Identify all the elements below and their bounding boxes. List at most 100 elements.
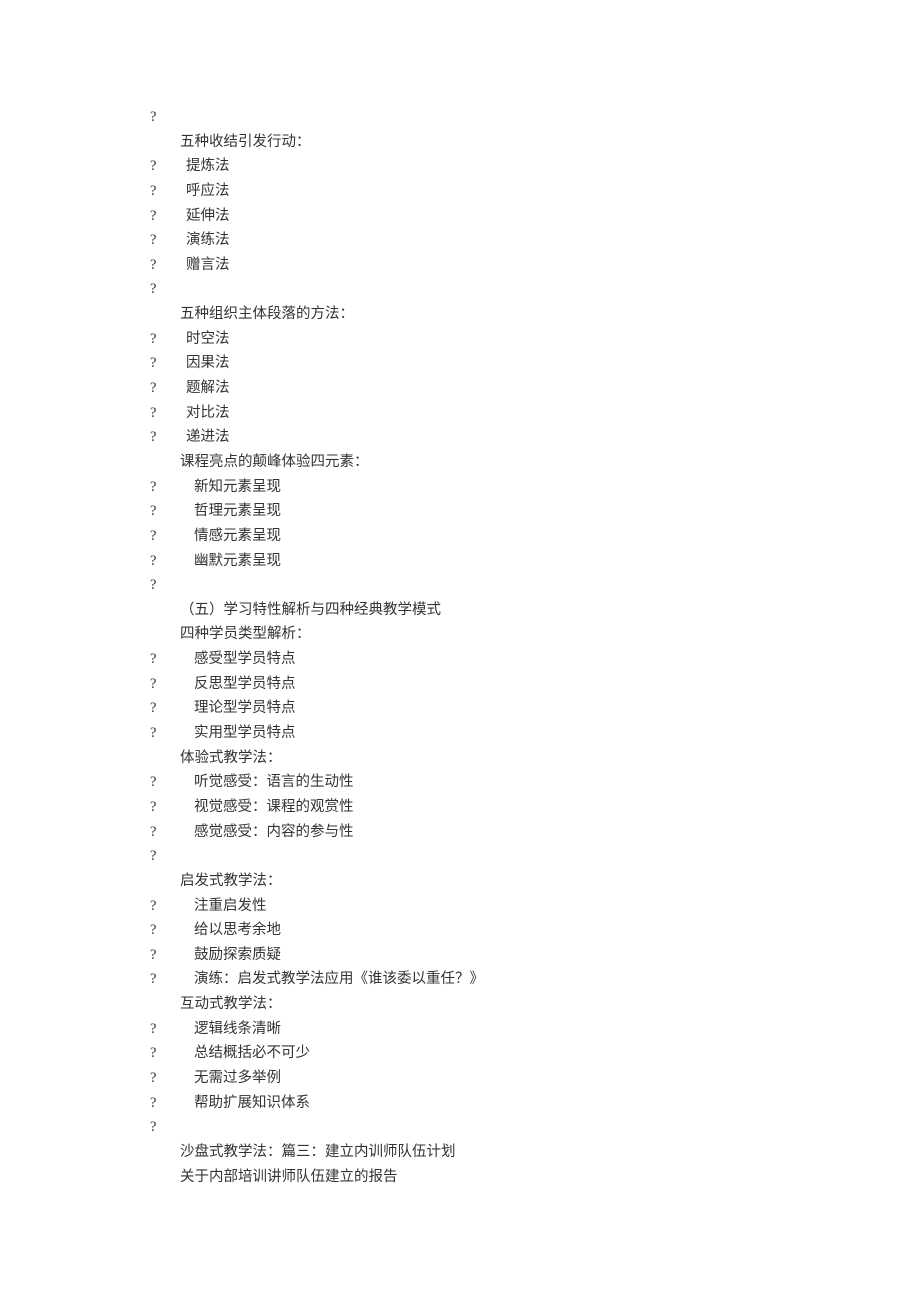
bullet-mark: ? — [150, 499, 194, 524]
bullet-mark: ? — [150, 1041, 194, 1066]
body-text: 四种学员类型解析： — [180, 626, 311, 642]
text-line: ?提炼法 — [150, 154, 920, 179]
bullet-mark: ? — [150, 425, 186, 450]
text-line: ?时空法 — [150, 327, 920, 352]
bullet-mark: ? — [150, 770, 194, 795]
bullet-mark: ? — [150, 820, 194, 845]
list-item-text: 听觉感受：语言的生动性 — [194, 774, 354, 790]
bullet-mark: ? — [150, 848, 156, 864]
bullet-mark: ? — [150, 1017, 194, 1042]
text-line: ?情感元素呈现 — [150, 524, 920, 549]
list-item-text: 对比法 — [186, 405, 230, 421]
bullet-mark: ? — [150, 204, 186, 229]
text-line: ?注重启发性 — [150, 894, 920, 919]
bullet-mark: ? — [150, 918, 194, 943]
list-item-text: 实用型学员特点 — [194, 725, 296, 741]
text-line: ?总结概括必不可少 — [150, 1041, 920, 1066]
text-line: 启发式教学法： — [150, 869, 920, 894]
bullet-mark: ? — [150, 721, 194, 746]
body-text: 五种收结引发行动： — [180, 134, 311, 150]
bullet-mark: ? — [150, 376, 186, 401]
list-item-text: 演练法 — [186, 232, 230, 248]
bullet-mark: ? — [150, 154, 186, 179]
text-line: 沙盘式教学法：篇三：建立内训师队伍计划 — [150, 1140, 920, 1165]
list-item-text: 无需过多举例 — [194, 1070, 281, 1086]
list-item-text: 逻辑线条清晰 — [194, 1021, 281, 1037]
text-line: ? — [150, 573, 920, 598]
text-line: ?延伸法 — [150, 204, 920, 229]
list-item-text: 帮助扩展知识体系 — [194, 1095, 310, 1111]
bullet-mark: ? — [150, 1119, 156, 1135]
list-item-text: 视觉感受：课程的观赏性 — [194, 799, 354, 815]
list-item-text: 提炼法 — [186, 158, 230, 174]
text-line: ?理论型学员特点 — [150, 696, 920, 721]
text-line: 五种组织主体段落的方法： — [150, 302, 920, 327]
bullet-mark: ? — [150, 672, 194, 697]
text-line: ?递进法 — [150, 425, 920, 450]
body-text: （五）学习特性解析与四种经典教学模式 — [180, 602, 441, 618]
text-line: 五种收结引发行动： — [150, 130, 920, 155]
bullet-mark: ? — [150, 1091, 194, 1116]
bullet-mark: ? — [150, 475, 194, 500]
bullet-mark: ? — [150, 253, 186, 278]
document-page: ?五种收结引发行动：?提炼法?呼应法?延伸法?演练法?赠言法?五种组织主体段落的… — [0, 0, 920, 1303]
body-text: 启发式教学法： — [180, 873, 282, 889]
list-item-text: 总结概括必不可少 — [194, 1045, 310, 1061]
bullet-mark: ? — [150, 351, 186, 376]
text-line: 关于内部培训讲师队伍建立的报告 — [150, 1165, 920, 1190]
bullet-mark: ? — [150, 943, 194, 968]
list-item-text: 情感元素呈现 — [194, 528, 281, 544]
bullet-mark: ? — [150, 795, 194, 820]
body-text: 沙盘式教学法：篇三：建立内训师队伍计划 — [180, 1144, 456, 1160]
text-line: ?演练法 — [150, 228, 920, 253]
text-line: ?感觉感受：内容的参与性 — [150, 820, 920, 845]
text-line: ?逻辑线条清晰 — [150, 1017, 920, 1042]
text-line: 体验式教学法： — [150, 746, 920, 771]
text-line: ? — [150, 277, 920, 302]
text-line: ?因果法 — [150, 351, 920, 376]
text-line: ?无需过多举例 — [150, 1066, 920, 1091]
list-item-text: 幽默元素呈现 — [194, 553, 281, 569]
text-line: ?听觉感受：语言的生动性 — [150, 770, 920, 795]
list-item-text: 延伸法 — [186, 208, 230, 224]
body-text: 体验式教学法： — [180, 750, 282, 766]
text-line: （五）学习特性解析与四种经典教学模式 — [150, 598, 920, 623]
bullet-mark: ? — [150, 327, 186, 352]
text-line: 四种学员类型解析： — [150, 622, 920, 647]
body-text: 互动式教学法： — [180, 996, 282, 1012]
list-item-text: 因果法 — [186, 355, 230, 371]
list-item-text: 鼓励探索质疑 — [194, 947, 281, 963]
bullet-mark: ? — [150, 401, 186, 426]
list-item-text: 理论型学员特点 — [194, 700, 296, 716]
bullet-mark: ? — [150, 524, 194, 549]
body-text: 课程亮点的颠峰体验四元素： — [180, 454, 369, 470]
list-item-text: 时空法 — [186, 331, 230, 347]
body-text: 五种组织主体段落的方法： — [180, 306, 354, 322]
text-line: ?新知元素呈现 — [150, 475, 920, 500]
bullet-mark: ? — [150, 109, 156, 125]
text-line: 互动式教学法： — [150, 992, 920, 1017]
list-item-text: 感受型学员特点 — [194, 651, 296, 667]
list-item-text: 反思型学员特点 — [194, 676, 296, 692]
bullet-mark: ? — [150, 1066, 194, 1091]
text-line: ?鼓励探索质疑 — [150, 943, 920, 968]
list-item-text: 呼应法 — [186, 183, 230, 199]
bullet-mark: ? — [150, 967, 194, 992]
list-item-text: 新知元素呈现 — [194, 479, 281, 495]
text-line: ?呼应法 — [150, 179, 920, 204]
text-line: ?感受型学员特点 — [150, 647, 920, 672]
text-line: 课程亮点的颠峰体验四元素： — [150, 450, 920, 475]
text-line: ?赠言法 — [150, 253, 920, 278]
text-line: ? — [150, 1115, 920, 1140]
list-item-text: 递进法 — [186, 429, 230, 445]
text-line: ?实用型学员特点 — [150, 721, 920, 746]
list-item-text: 哲理元素呈现 — [194, 503, 281, 519]
text-line: ?哲理元素呈现 — [150, 499, 920, 524]
text-line: ?幽默元素呈现 — [150, 549, 920, 574]
text-line: ?反思型学员特点 — [150, 672, 920, 697]
text-line: ?演练：启发式教学法应用《谁该委以重任？》 — [150, 967, 920, 992]
list-item-text: 演练：启发式教学法应用《谁该委以重任？》 — [194, 971, 484, 987]
list-item-text: 给以思考余地 — [194, 922, 281, 938]
bullet-mark: ? — [150, 647, 194, 672]
list-item-text: 题解法 — [186, 380, 230, 396]
